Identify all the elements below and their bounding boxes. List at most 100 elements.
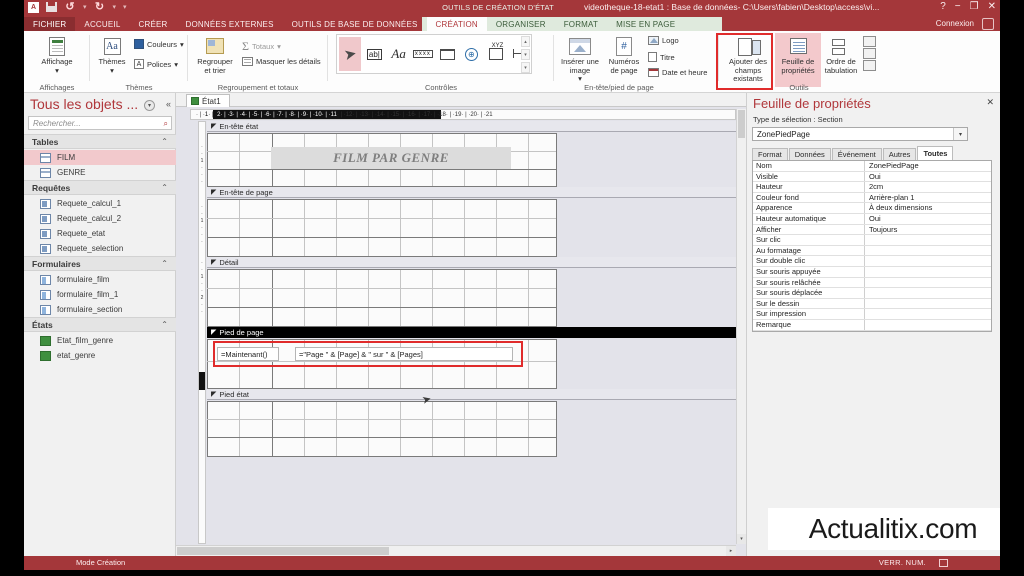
property-row[interactable]: Afficher Toujours <box>753 224 991 236</box>
feuille-de-proprietes-button[interactable]: Feuille de propriétés <box>776 34 820 75</box>
property-row[interactable]: Nom ZonePiedPage <box>753 161 991 172</box>
property-row[interactable]: Couleur fond Arrière-plan 1 <box>753 192 991 204</box>
section-bar-page-header[interactable]: ◤ En-tête de page <box>207 187 736 198</box>
nav-item-formulaire-film[interactable]: formulaire_film <box>24 272 176 287</box>
property-value[interactable]: Toujours <box>865 225 991 235</box>
property-row[interactable]: Au formatage <box>753 245 991 257</box>
redo-icon[interactable]: ↻ <box>94 1 106 13</box>
nav-item-etat-film-genre[interactable]: Etat_film_genre <box>24 333 176 348</box>
gallery-more-icon[interactable]: ▾ <box>521 62 530 73</box>
property-value[interactable]: À deux dimensions <box>865 203 991 213</box>
nav-group-requetes[interactable]: Requêtes ⌃ <box>24 180 176 195</box>
restore-icon[interactable]: ❐ <box>970 1 979 13</box>
nav-item-genre[interactable]: GENRE <box>24 165 176 180</box>
section-bar-report-footer[interactable]: ◤ Pied état <box>207 389 736 400</box>
couleurs-button[interactable]: Couleurs ▾ <box>134 39 184 49</box>
section-bar-detail[interactable]: ◤ Détail <box>207 257 736 268</box>
affichage-button[interactable]: Affichage ▾ <box>34 34 80 75</box>
nav-item-requete-etat[interactable]: Requete_etat <box>24 226 176 241</box>
nav-item-requete-calcul-1[interactable]: Requete_calcul_1 <box>24 196 176 211</box>
window-controls[interactable]: ? − ❐ ✕ <box>940 1 996 13</box>
nav-group-etats[interactable]: États ⌃ <box>24 317 176 332</box>
vertical-scroll-thumb[interactable] <box>738 110 745 138</box>
property-value[interactable]: Oui <box>865 214 991 224</box>
report-title-label[interactable]: FILM PAR GENRE <box>271 147 511 169</box>
masquer-details-button[interactable]: Masquer les détails <box>242 57 321 66</box>
help-icon[interactable]: ? <box>940 1 946 13</box>
ajouter-champs-existants-button[interactable]: Ajouter des champs existants <box>721 34 775 84</box>
convert-macros-icon[interactable] <box>863 60 876 71</box>
tab-toutes[interactable]: Toutes <box>917 146 954 160</box>
chevron-up-icon[interactable]: ⌃ <box>161 320 168 329</box>
property-value[interactable]: 2cm <box>865 182 991 192</box>
scroll-right-icon[interactable]: ▸ <box>726 546 736 556</box>
totaux-button[interactable]: Σ Totaux ▾ <box>242 39 281 54</box>
design-view-icon[interactable] <box>939 559 948 567</box>
numeros-de-page-button[interactable]: # Numéros de page <box>604 34 644 75</box>
tab-creer[interactable]: CRÉER <box>129 17 176 31</box>
property-value[interactable]: Oui <box>865 172 991 182</box>
regrouper-et-trier-button[interactable]: Regrouper et trier <box>192 34 238 75</box>
tab-evenement[interactable]: Événement <box>831 148 882 160</box>
property-row[interactable]: Sur le dessin <box>753 298 991 310</box>
section-bar-report-header[interactable]: ◤ En-tête état <box>207 121 736 132</box>
qat-more-icon[interactable]: ▾ <box>123 3 127 11</box>
couleurs-caret[interactable]: ▾ <box>180 40 184 49</box>
search-icon[interactable]: ⌕ <box>164 119 168 129</box>
tab-format[interactable]: FORMAT <box>554 17 608 31</box>
tab-control-button[interactable] <box>436 37 458 71</box>
quick-access-toolbar[interactable]: A ↺ ▾ ↻ ▾ ▾ <box>28 1 127 13</box>
property-row[interactable]: Sur souris déplacée <box>753 288 991 299</box>
selected-object-combobox[interactable]: ZonePiedPage ▾ <box>752 127 968 141</box>
document-tab-etat1[interactable]: État1 <box>186 94 230 107</box>
nav-item-etat-genre[interactable]: etat_genre <box>24 348 176 363</box>
navigation-menu-icon[interactable]: ▾ <box>144 100 155 111</box>
property-row[interactable]: Hauteur automatique Oui <box>753 213 991 225</box>
tab-creation[interactable]: CRÉATION <box>426 17 487 31</box>
now-function-textbox[interactable]: =Maintenant() <box>217 347 279 361</box>
select-tool-button[interactable]: ➤ <box>339 37 362 71</box>
collapse-pane-icon[interactable]: « <box>166 99 171 109</box>
property-value[interactable] <box>865 246 991 256</box>
controls-gallery[interactable]: ➤ ab| Aa xxxx ⊕ XYZ ▴ ▾ ▾ <box>336 34 532 74</box>
chevron-up-icon[interactable]: ⌃ <box>161 259 168 268</box>
close-icon[interactable]: ✕ <box>986 97 994 108</box>
property-row[interactable]: Sur clic <box>753 235 991 246</box>
tab-format[interactable]: Format <box>752 148 788 160</box>
navigation-tool-button[interactable]: XYZ <box>485 37 507 71</box>
tab-organiser[interactable]: ORGANISER <box>486 17 555 31</box>
nav-item-requete-calcul-2[interactable]: Requete_calcul_2 <box>24 211 176 226</box>
grid-detail[interactable] <box>207 269 557 327</box>
save-icon[interactable] <box>46 2 57 12</box>
outils-extra-buttons[interactable] <box>863 36 876 71</box>
gallery-scroll-up-icon[interactable]: ▴ <box>521 36 530 47</box>
nav-group-tables[interactable]: Tables ⌃ <box>24 134 176 149</box>
canvas-vertical-scrollbar[interactable]: ▾ <box>736 109 746 544</box>
nav-item-formulaire-section[interactable]: formulaire_section <box>24 302 176 317</box>
tab-autres[interactable]: Autres <box>882 148 917 160</box>
property-row[interactable]: Visible Oui <box>753 171 991 183</box>
chevron-down-icon[interactable]: ▾ <box>953 128 967 140</box>
gallery-scroll-down-icon[interactable]: ▾ <box>521 49 530 60</box>
themes-caret[interactable]: ▾ <box>110 66 114 76</box>
logo-button[interactable]: Logo <box>648 36 679 45</box>
property-value[interactable]: ZonePiedPage <box>865 161 991 171</box>
property-row[interactable]: Sur impression <box>753 309 991 320</box>
nav-group-formulaires[interactable]: Formulaires ⌃ <box>24 256 176 271</box>
property-value[interactable] <box>865 299 991 309</box>
navigation-pane-title[interactable]: Tous les objets ... <box>30 96 138 112</box>
property-row[interactable]: Hauteur 2cm <box>753 182 991 193</box>
polices-button[interactable]: A Polices ▾ <box>134 59 178 69</box>
affichage-caret[interactable]: ▾ <box>55 66 59 76</box>
property-value[interactable] <box>865 309 991 319</box>
totaux-caret[interactable]: ▾ <box>277 42 281 51</box>
property-value[interactable] <box>865 235 991 245</box>
design-canvas[interactable]: ◤ En-tête état FILM PAR GENRE ◤ En-tête … <box>207 121 736 544</box>
property-value[interactable]: Arrière-plan 1 <box>865 193 991 203</box>
property-row[interactable]: Sur souris appuyée <box>753 266 991 278</box>
close-icon[interactable]: ✕ <box>988 1 996 13</box>
ordre-de-tabulation-button[interactable]: Ordre de tabulation <box>820 34 862 75</box>
date-heure-button[interactable]: Date et heure <box>648 68 707 77</box>
textbox-tool-button[interactable]: ab| <box>363 37 385 71</box>
gallery-scroll[interactable]: ▴ ▾ ▾ <box>521 36 530 73</box>
